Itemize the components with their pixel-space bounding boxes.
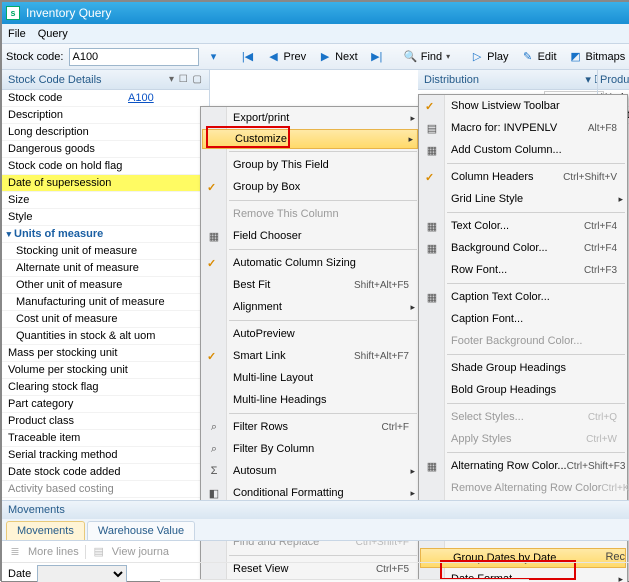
menu-autosum[interactable]: ΣAutosum▸ — [201, 460, 419, 482]
movements-tabs: Movements Warehouse Value — [2, 519, 629, 541]
menu-field-chooser[interactable]: ▦Field Chooser — [201, 225, 419, 247]
menu-shade-group-headings[interactable]: Shade Group Headings — [419, 357, 627, 379]
row-serial-tracking[interactable]: Serial tracking method — [2, 447, 209, 464]
menu-footer-background-color-: Footer Background Color... — [419, 330, 627, 352]
edit-button[interactable]: ✎Edit — [516, 48, 562, 66]
menu-show-listview-toolbar[interactable]: ✓Show Listview Toolbar — [419, 95, 627, 117]
left-pane-header[interactable]: Stock Code Details ▾ ☐ ▢ — [2, 70, 209, 90]
movements-toolbar: ≣ More lines ▤ View journa — [2, 541, 629, 563]
stockcode-label: Stock code: — [6, 51, 63, 63]
row-abc[interactable]: Activity based costing — [2, 481, 209, 498]
menu-filter-rows[interactable]: ⌕Filter RowsCtrl+F — [201, 416, 419, 438]
prev-button[interactable]: ◀Prev — [261, 48, 311, 66]
more-lines-button[interactable]: More lines — [28, 546, 79, 558]
movements-title: Movements — [8, 504, 65, 516]
browse-button[interactable]: ▾ — [201, 48, 225, 66]
menu-bold-group-headings[interactable]: Bold Group Headings — [419, 379, 627, 401]
tab-movements[interactable]: Movements — [6, 521, 85, 540]
menu-row-font-[interactable]: Row Font...Ctrl+F3 — [419, 259, 627, 281]
row-quantities[interactable]: Quantities in stock & alt uom — [2, 328, 209, 345]
left-pane-title: Stock Code Details — [8, 74, 102, 86]
find-button[interactable]: 🔍Find▾ — [399, 48, 455, 66]
row-product-class[interactable]: Product class — [2, 413, 209, 430]
row-size[interactable]: Size — [2, 192, 209, 209]
tab-warehouse-values[interactable]: Warehouse Value — [87, 521, 195, 540]
menu-smart-link[interactable]: ✓Smart LinkShift+Alt+F7 — [201, 345, 419, 367]
menu-apply-styles: Apply StylesCtrl+W — [419, 428, 627, 450]
menu-file[interactable]: File — [8, 28, 26, 40]
stock-code-details-pane: Stock Code Details ▾ ☐ ▢ Stock code A100… — [2, 70, 210, 500]
menu-text-color-[interactable]: ▦Text Color...Ctrl+F4 — [419, 215, 627, 237]
row-uom-header[interactable]: Units of measure — [2, 226, 209, 243]
menu-alternating-row-color-[interactable]: ▦Alternating Row Color...Ctrl+Shift+F3 — [419, 455, 627, 477]
row-mass[interactable]: Mass per stocking unit — [2, 345, 209, 362]
first-button[interactable]: |◀ — [235, 48, 259, 66]
row-other-uom[interactable]: Other unit of measure — [2, 277, 209, 294]
menu-query[interactable]: Query — [38, 28, 68, 40]
menubar: File Query — [2, 24, 629, 44]
main-toolbar: Stock code: ▾ |◀ ◀Prev ▶Next ▶| 🔍Find▾ ▷… — [2, 44, 629, 70]
next-button[interactable]: ▶Next — [313, 48, 363, 66]
menu-macro-for-invpenlv[interactable]: ▤Macro for: INVPENLVAlt+F8 — [419, 117, 627, 139]
filter-date-select[interactable] — [37, 565, 127, 582]
movements-pane: Movements Movements Warehouse Value ≣ Mo… — [2, 500, 629, 581]
menu-remove-alternating-row-color: Remove Alternating Row ColorCtrl+K — [419, 477, 627, 499]
view-journal-button[interactable]: View journa — [112, 546, 169, 558]
bitmaps-button[interactable]: ◩Bitmaps — [564, 48, 629, 66]
filter-date-label: Date — [8, 568, 31, 580]
rec-label: Rec — [605, 551, 625, 563]
menu-background-color-[interactable]: ▦Background Color...Ctrl+F4 — [419, 237, 627, 259]
row-cost-uom[interactable]: Cost unit of measure — [2, 311, 209, 328]
row-dangerous-goods[interactable]: Dangerous goods — [2, 141, 209, 158]
menu-alignment[interactable]: Alignment▸ — [201, 296, 419, 318]
play-button[interactable]: ▷Play — [465, 48, 513, 66]
left-pane-buttons[interactable]: ▾ ☐ ▢ — [169, 74, 203, 85]
menu-multi-line-headings[interactable]: Multi-line Headings — [201, 389, 419, 411]
stockcode-field[interactable] — [69, 48, 199, 66]
row-volume[interactable]: Volume per stocking unit — [2, 362, 209, 379]
distribution-title: Distribution — [424, 74, 479, 86]
row-date-added[interactable]: Date stock code added — [2, 464, 209, 481]
menu-caption-text-color-[interactable]: ▦Caption Text Color... — [419, 286, 627, 308]
menu-multi-line-layout[interactable]: Multi-line Layout — [201, 367, 419, 389]
row-stocking-uom[interactable]: Stocking unit of measure — [2, 243, 209, 260]
titlebar: s Inventory Query — [2, 2, 629, 24]
menu-best-fit[interactable]: Best FitShift+Alt+F5 — [201, 274, 419, 296]
menu-remove-this-column: Remove This Column — [201, 203, 419, 225]
row-stock-code[interactable]: Stock code A100 — [2, 90, 209, 107]
row-alternate-uom[interactable]: Alternate unit of measure — [2, 260, 209, 277]
menu-column-headers[interactable]: ✓Column HeadersCtrl+Shift+V — [419, 166, 627, 188]
app-icon: s — [6, 6, 20, 20]
row-mfg-uom[interactable]: Manufacturing unit of measure — [2, 294, 209, 311]
menu-autopreview[interactable]: AutoPreview — [201, 323, 419, 345]
row-part-category[interactable]: Part category — [2, 396, 209, 413]
row-traceable[interactable]: Traceable item — [2, 430, 209, 447]
row-long-description[interactable]: Long description — [2, 124, 209, 141]
view-journal-icon: ▤ — [92, 545, 106, 559]
row-clearing[interactable]: Clearing stock flag — [2, 379, 209, 396]
menu-add-custom-column-[interactable]: ▦Add Custom Column... — [419, 139, 627, 161]
row-description[interactable]: Description — [2, 107, 209, 124]
menu-select-styles-: Select Styles...Ctrl+Q — [419, 406, 627, 428]
row-on-hold-flag[interactable]: Stock code on hold flag — [2, 158, 209, 175]
menu-filter-by-column[interactable]: ⌕Filter By Column — [201, 438, 419, 460]
menu-customize[interactable]: Customize▸ — [202, 129, 418, 149]
row-style[interactable]: Style — [2, 209, 209, 226]
last-button[interactable]: ▶| — [365, 48, 389, 66]
menu-automatic-column-sizing[interactable]: ✓Automatic Column Sizing — [201, 252, 419, 274]
stock-code-link[interactable]: A100 — [128, 92, 154, 104]
menu-export-print[interactable]: Export/print▸ — [201, 107, 419, 129]
product-title: Produc — [600, 74, 629, 86]
row-date-supersession[interactable]: Date of supersession — [2, 175, 209, 192]
menu-group-by-box[interactable]: ✓Group by Box — [201, 176, 419, 198]
window-title: Inventory Query — [26, 6, 111, 20]
menu-grid-line-style[interactable]: Grid Line Style▸ — [419, 188, 627, 210]
menu-caption-font-[interactable]: Caption Font... — [419, 308, 627, 330]
more-lines-icon: ≣ — [8, 545, 22, 559]
menu-group-by-this-field[interactable]: Group by This Field — [201, 154, 419, 176]
